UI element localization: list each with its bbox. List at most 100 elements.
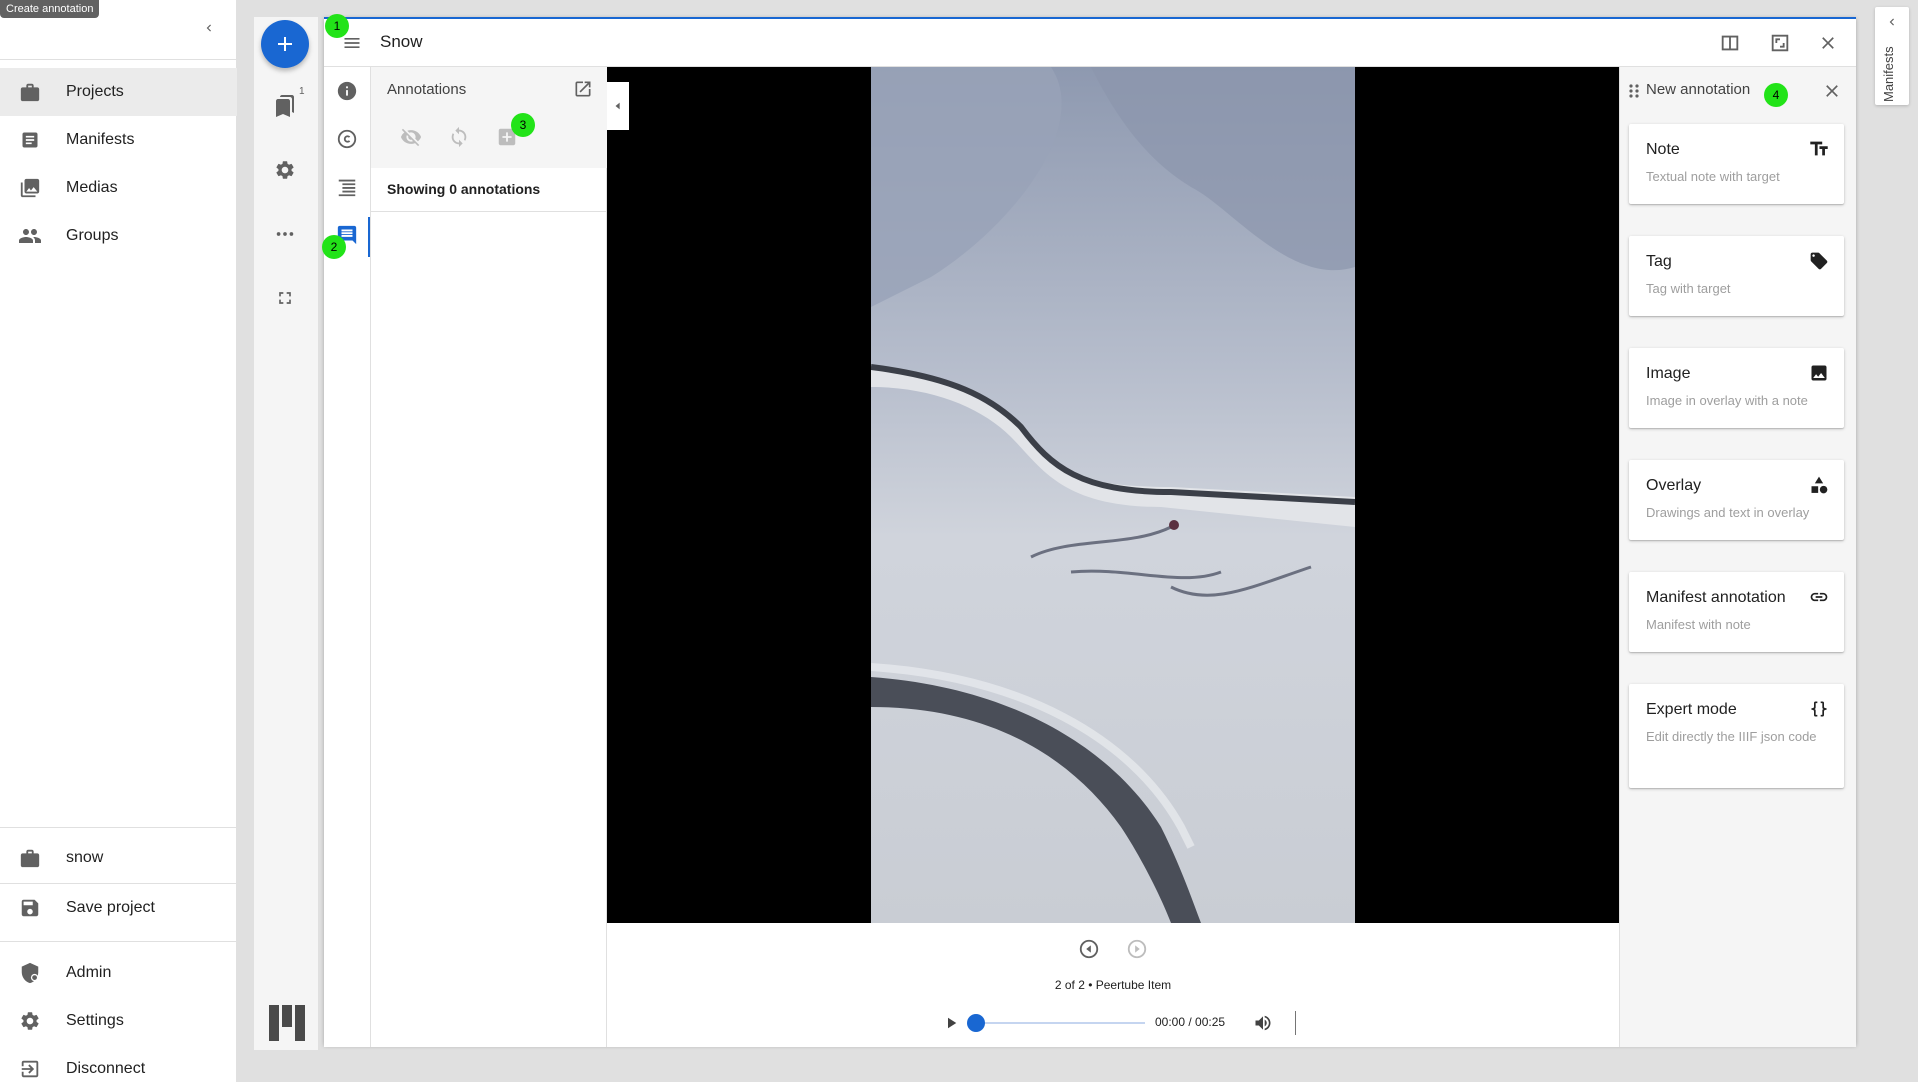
gear-icon — [18, 1009, 42, 1033]
card-title: Note — [1646, 141, 1680, 158]
open-in-new-button[interactable] — [571, 77, 595, 101]
play-button[interactable] — [939, 1011, 963, 1035]
window-top-bar: Snow — [324, 19, 1856, 67]
nav-item-label: Save project — [66, 899, 155, 916]
seek-slider[interactable] — [975, 1022, 1145, 1024]
previous-circle-icon — [1079, 939, 1099, 959]
nav-item-label: Medias — [66, 179, 118, 196]
image-icon — [1808, 362, 1830, 384]
nav-item-groups[interactable]: Groups — [0, 212, 237, 260]
admin-shield-icon — [18, 961, 42, 985]
divider — [371, 211, 607, 212]
window-count-badge: 1 — [299, 86, 305, 97]
card-description: Drawings and text in overlay — [1646, 505, 1810, 520]
fullscreen-icon — [279, 292, 291, 304]
volume-slider[interactable] — [1295, 1011, 1296, 1035]
menu-icon — [344, 38, 360, 48]
viewer-footer: 2 of 2 • Peertube Item 00:00 / 00:25 — [607, 923, 1619, 1047]
manifest-annotation-card[interactable]: Manifest annotation Manifest with note — [1629, 572, 1844, 652]
card-title: Expert mode — [1646, 701, 1737, 718]
nav-item-label: snow — [66, 849, 104, 866]
nav-item-medias[interactable]: Medias — [0, 164, 237, 212]
bookmarks-icon — [276, 95, 294, 117]
link-icon — [1808, 586, 1830, 608]
window-list-button[interactable]: 1 — [273, 86, 305, 118]
view-type-button[interactable] — [1718, 31, 1742, 55]
card-title: Image — [1646, 365, 1691, 382]
step-badge: 4 — [1764, 83, 1788, 107]
media-viewer[interactable] — [607, 67, 1619, 923]
mirador-logo — [269, 1005, 305, 1041]
info-icon — [337, 81, 357, 101]
nav-item-settings[interactable]: Settings — [0, 997, 237, 1045]
eye-off-icon — [400, 128, 422, 147]
rights-tab[interactable] — [335, 127, 359, 151]
nav-item-label: Disconnect — [66, 1060, 146, 1077]
note-annotation-card[interactable]: Note Textual note with target — [1629, 124, 1844, 204]
seek-thumb[interactable] — [967, 1014, 985, 1032]
nav-item-save-project[interactable]: Save project — [0, 884, 237, 932]
annotations-count: Showing 0 annotations — [387, 181, 541, 197]
new-annotation-panel: New annotation Note Textual note with ta… — [1619, 67, 1856, 1047]
next-circle-icon — [1127, 939, 1147, 959]
nav-item-label: Groups — [66, 227, 119, 244]
step-badge: 3 — [511, 113, 535, 137]
maximize-window-button[interactable] — [1768, 31, 1792, 55]
create-annotation-tooltip: Create annotation — [0, 0, 100, 18]
play-icon — [948, 1017, 957, 1029]
close-icon — [1822, 37, 1834, 49]
refresh-annotations-button[interactable] — [447, 125, 471, 149]
collapse-drawer-button[interactable] — [197, 16, 221, 40]
toggle-visibility-button[interactable] — [399, 125, 423, 149]
time-display: 00:00 / 00:25 — [1155, 1015, 1226, 1029]
annotations-panel-title: Annotations — [387, 81, 467, 98]
video-frame — [871, 67, 1355, 923]
nav-item-projects[interactable]: Projects — [0, 68, 237, 116]
card-description: Manifest with note — [1646, 617, 1751, 632]
image-annotation-card[interactable]: Image Image in overlay with a note — [1629, 348, 1844, 428]
sync-icon — [451, 126, 467, 148]
mirador-window: Snow Annotations Showing 0 annotations 2… — [324, 17, 1856, 1047]
card-description: Image in overlay with a note — [1646, 393, 1808, 408]
nav-item-label: Settings — [66, 1012, 124, 1029]
manifests-tab-label: Manifests — [1881, 46, 1896, 102]
close-new-annotation-button[interactable] — [1820, 79, 1844, 103]
workspace-settings-button[interactable] — [273, 158, 297, 182]
nav-item-label: Projects — [66, 83, 124, 100]
book-view-icon — [1721, 35, 1739, 51]
nav-item-label: Manifests — [66, 131, 135, 148]
volume-button[interactable] — [1251, 1011, 1275, 1035]
fullscreen-button[interactable] — [273, 286, 297, 310]
add-resource-button[interactable] — [261, 20, 309, 68]
tag-annotation-card[interactable]: Tag Tag with target — [1629, 236, 1844, 316]
expert-mode-card[interactable]: Expert mode Edit directly the IIIF json … — [1629, 684, 1844, 788]
left-drawer: Projects Manifests Medias Groups snow Sa… — [0, 0, 237, 1082]
more-horizontal-icon — [276, 232, 294, 236]
next-canvas-button[interactable] — [1125, 937, 1149, 961]
index-tab[interactable] — [335, 175, 359, 199]
new-annotation-title: New annotation — [1646, 81, 1751, 98]
people-icon — [18, 224, 42, 248]
volume-icon — [1255, 1015, 1271, 1031]
maximize-icon — [1771, 34, 1789, 52]
nav-item-disconnect[interactable]: Disconnect — [0, 1045, 237, 1082]
drag-handle-icon[interactable] — [1628, 83, 1640, 104]
close-window-button[interactable] — [1816, 31, 1840, 55]
overlay-annotation-card[interactable]: Overlay Drawings and text in overlay — [1629, 460, 1844, 540]
close-icon — [1826, 85, 1838, 97]
nav-item-manifests[interactable]: Manifests — [0, 116, 237, 164]
previous-canvas-button[interactable] — [1077, 937, 1101, 961]
nav-item-project-snow[interactable]: snow — [0, 834, 237, 882]
workspace-options-button[interactable] — [273, 222, 297, 246]
logout-icon — [18, 1057, 42, 1081]
nav-item-admin[interactable]: Admin — [0, 949, 237, 997]
media-player-controls: 00:00 / 00:25 — [927, 1003, 1307, 1043]
step-badge: 2 — [322, 235, 346, 259]
copyright-icon — [337, 129, 357, 149]
info-tab[interactable] — [335, 79, 359, 103]
step-badge: 1 — [325, 14, 349, 38]
collapse-sidebar-button[interactable] — [607, 82, 629, 130]
document-icon — [18, 128, 42, 152]
text-format-icon — [1808, 138, 1830, 160]
manifests-side-tab[interactable]: Manifests — [1875, 7, 1909, 105]
